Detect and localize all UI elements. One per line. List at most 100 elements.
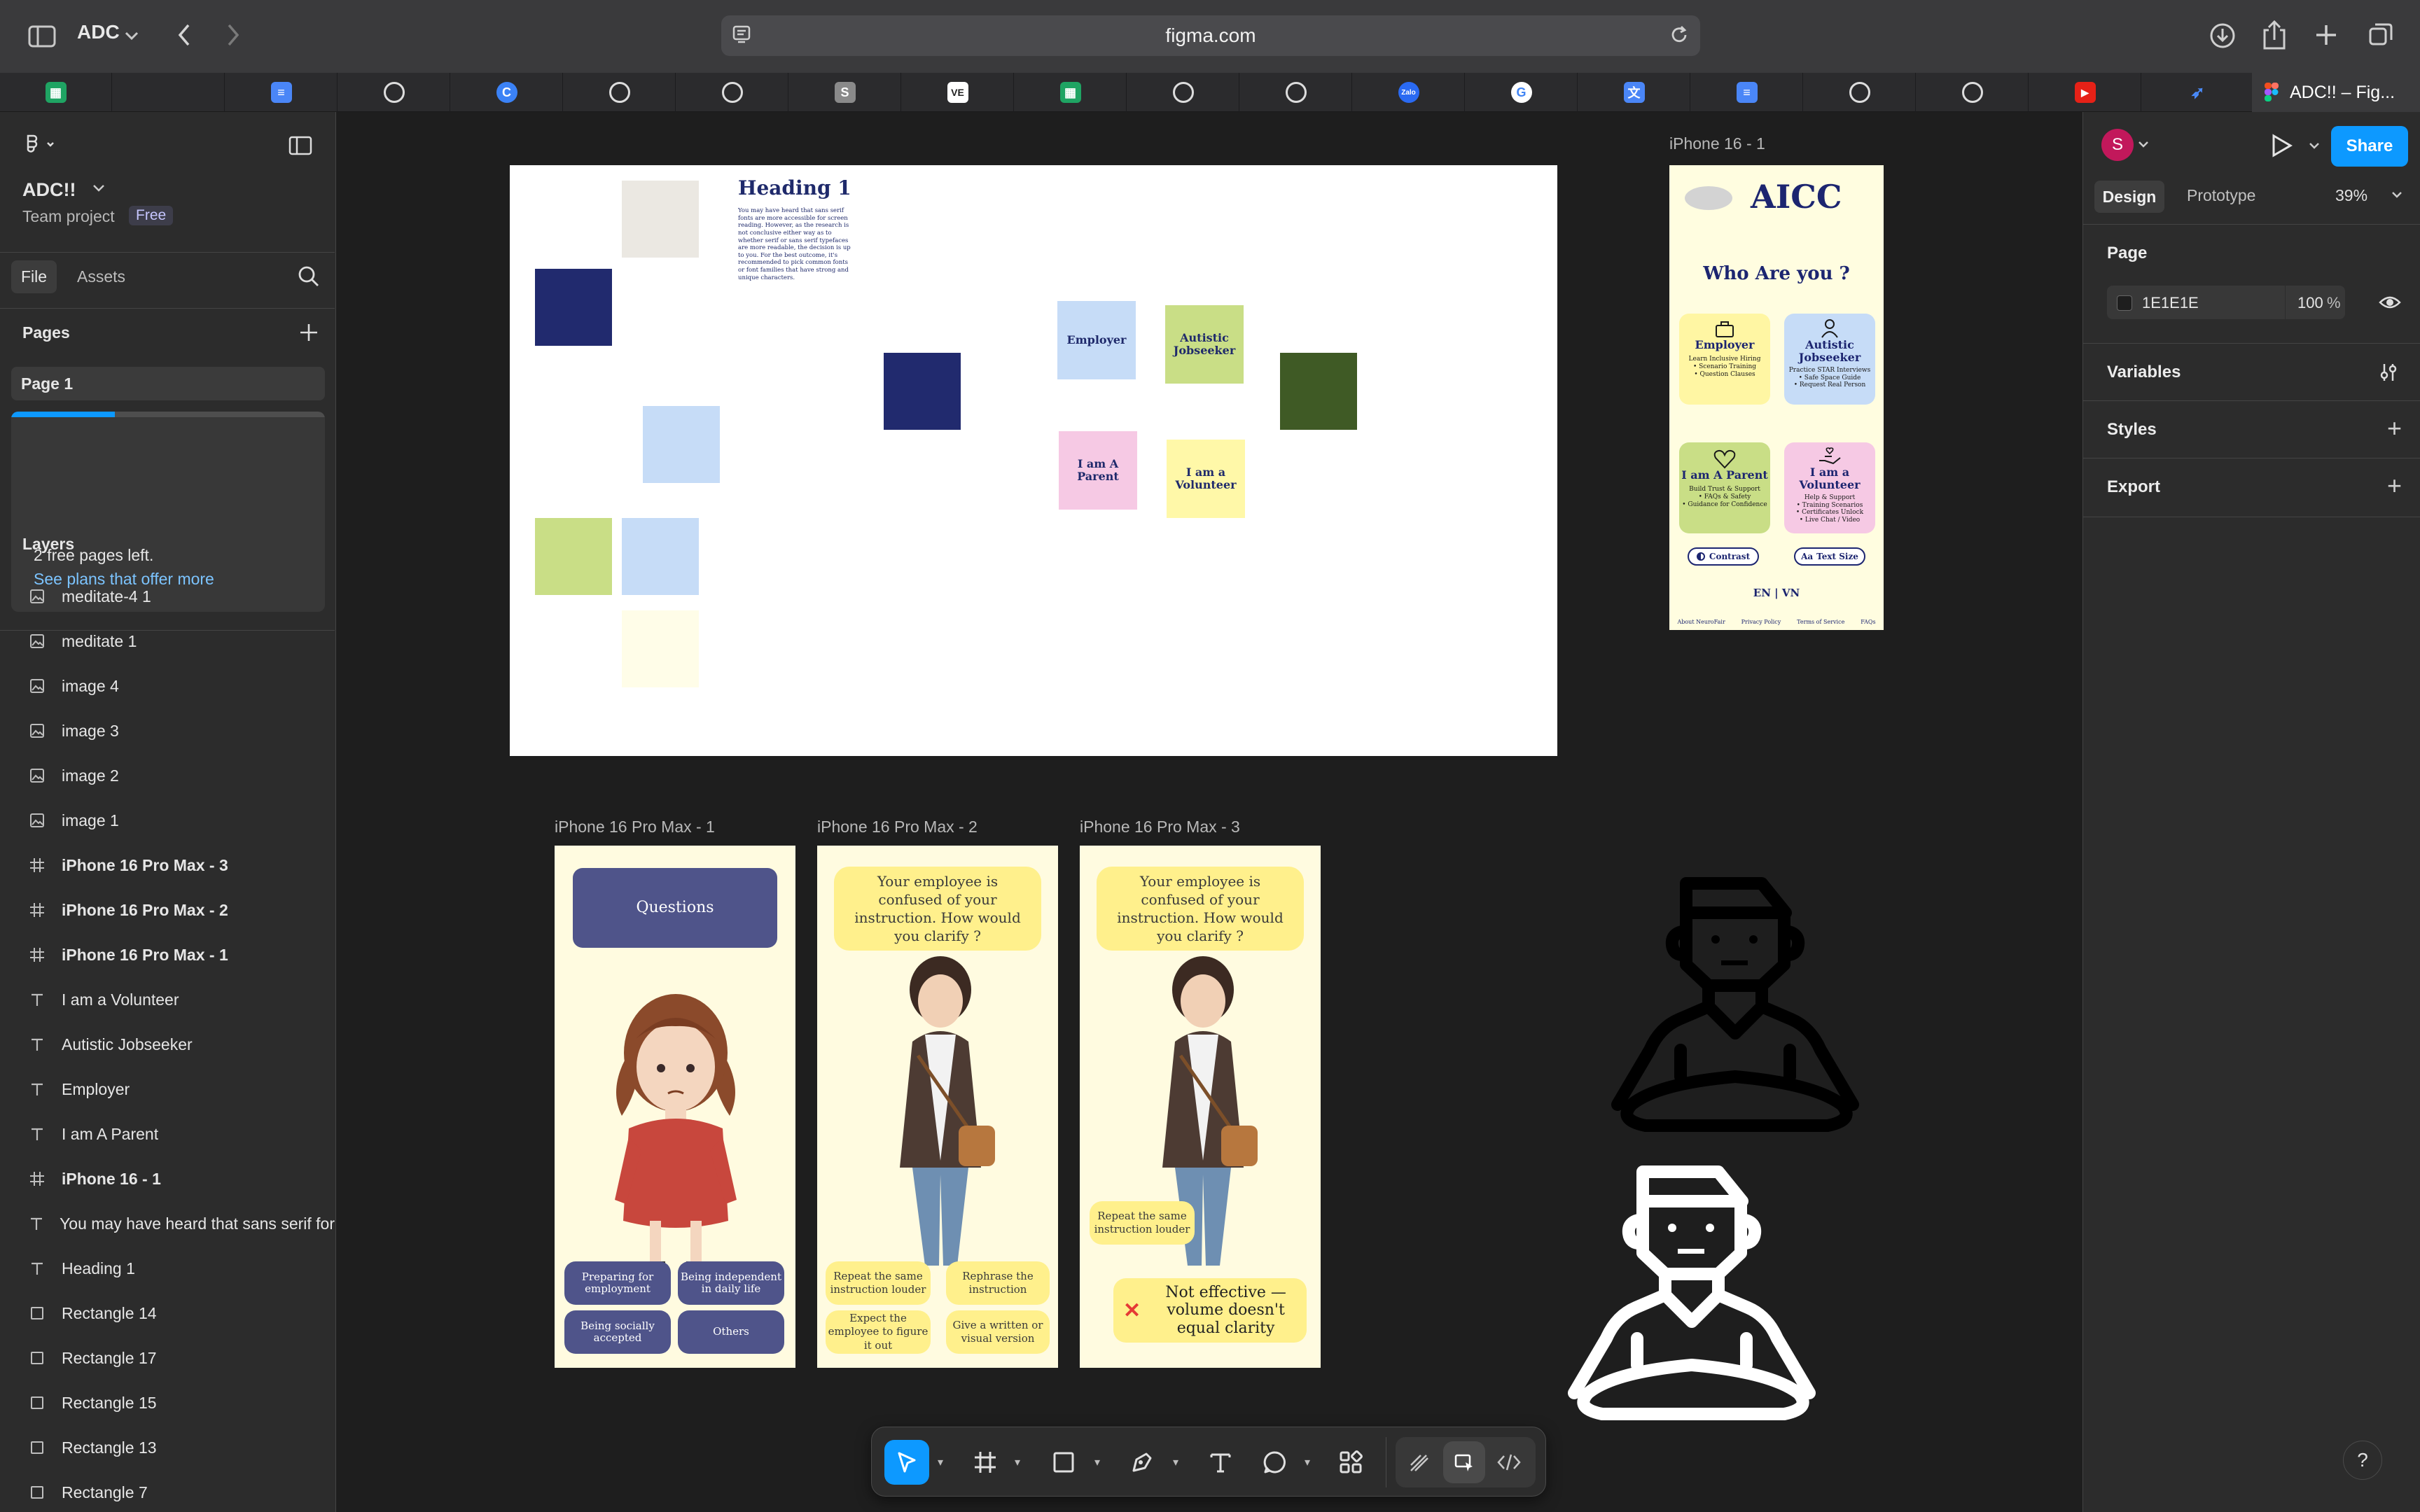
fill-hex-value[interactable]: 1E1E1E bbox=[2142, 294, 2199, 312]
sticky-employer[interactable]: Employer bbox=[1057, 301, 1136, 379]
tab-s[interactable]: S bbox=[789, 73, 901, 112]
tab-chatgpt[interactable] bbox=[338, 73, 450, 112]
frame-label[interactable]: iPhone 16 Pro Max - 3 bbox=[1080, 818, 1240, 836]
layer-item[interactable]: image 3 bbox=[0, 708, 335, 753]
option-button[interactable]: Being socially accepted bbox=[564, 1310, 671, 1354]
address-bar[interactable]: figma.com bbox=[721, 15, 1700, 56]
profile-name[interactable]: ADC bbox=[77, 21, 120, 43]
tab-sheets[interactable]: ▦ bbox=[1015, 73, 1127, 112]
chevron-down-icon[interactable] bbox=[123, 25, 140, 46]
swatch-cream[interactable] bbox=[622, 610, 699, 687]
text-tool-icon[interactable] bbox=[1198, 1440, 1243, 1485]
variables-heading[interactable]: Variables bbox=[2107, 363, 2181, 382]
layer-item[interactable]: iPhone 16 Pro Max - 1 bbox=[0, 932, 335, 977]
tab-translate[interactable]: 文 bbox=[1578, 73, 1690, 112]
chevron-down-icon[interactable] bbox=[2138, 140, 2149, 148]
export-heading[interactable]: Export bbox=[2107, 477, 2160, 497]
tab-chatgpt[interactable] bbox=[676, 73, 788, 112]
tab-chatgpt[interactable] bbox=[1127, 73, 1239, 112]
chosen-option[interactable]: Repeat the same instruction louder bbox=[1090, 1201, 1195, 1245]
frame-label[interactable]: iPhone 16 Pro Max - 1 bbox=[555, 818, 715, 836]
sidebar-toggle-icon[interactable] bbox=[27, 22, 57, 50]
move-tool-icon[interactable] bbox=[884, 1440, 929, 1485]
tab-prototype[interactable]: Prototype bbox=[2187, 186, 2255, 205]
tab-google[interactable]: G bbox=[1466, 73, 1578, 112]
tab-app[interactable]: ➶ bbox=[2142, 73, 2254, 112]
avatar[interactable]: S bbox=[2101, 129, 2134, 161]
footer-link[interactable]: Privacy Policy bbox=[1741, 619, 1781, 625]
tab-sheets[interactable]: ▦ bbox=[0, 73, 112, 112]
sticky-parent[interactable]: I am A Parent bbox=[1059, 431, 1137, 510]
fill-opacity-value[interactable]: 100 bbox=[2297, 294, 2323, 312]
layer-item[interactable]: Rectangle 15 bbox=[0, 1380, 335, 1425]
heading-1-text[interactable]: Heading 1 bbox=[738, 176, 851, 200]
tab-docs[interactable]: ≡ bbox=[225, 73, 338, 112]
layer-item[interactable]: iPhone 16 Pro Max - 3 bbox=[0, 843, 335, 888]
chevron-down-icon[interactable]: ▾ bbox=[1094, 1455, 1100, 1469]
option-button[interactable]: Being independent in daily life bbox=[678, 1261, 784, 1305]
swatch-light-blue[interactable] bbox=[622, 518, 699, 595]
page-fill-field[interactable]: 1E1E1E 100 % bbox=[2107, 286, 2345, 319]
layer-item[interactable]: Rectangle 7 bbox=[0, 1470, 335, 1512]
iphone16-frame[interactable]: AICC Who Are you ? Employer Learn Inclus… bbox=[1669, 165, 1884, 630]
layer-item[interactable]: You may have heard that sans serif for bbox=[0, 1201, 335, 1246]
swatch-beige[interactable] bbox=[622, 181, 699, 258]
present-icon[interactable] bbox=[2269, 133, 2293, 158]
tab-chatgpt[interactable] bbox=[1917, 73, 2029, 112]
layer-item[interactable]: meditate 1 bbox=[0, 619, 335, 664]
variables-settings-icon[interactable] bbox=[2377, 361, 2400, 384]
role-card-parent[interactable]: I am A Parent Build Trust & Support • FA… bbox=[1679, 442, 1770, 533]
layer-item[interactable]: image 1 bbox=[0, 798, 335, 843]
tab-assets[interactable]: Assets bbox=[77, 267, 125, 286]
language-switch[interactable]: EN | VN bbox=[1669, 587, 1884, 599]
rectangle-tool-icon[interactable] bbox=[1041, 1440, 1086, 1485]
reload-icon[interactable] bbox=[1668, 24, 1690, 46]
add-page-icon[interactable] bbox=[298, 322, 319, 343]
pro-max-3-frame[interactable]: Your employee is confused of your instru… bbox=[1080, 846, 1321, 1368]
add-export-icon[interactable]: + bbox=[2387, 473, 2402, 498]
footer-link[interactable]: About NeuroFair bbox=[1677, 619, 1725, 625]
role-card-volunteer[interactable]: I am a Volunteer Help & Support • Traini… bbox=[1784, 442, 1875, 533]
chevron-down-icon[interactable]: ▾ bbox=[938, 1455, 943, 1469]
eye-icon[interactable] bbox=[2379, 293, 2401, 312]
pen-tool-icon[interactable] bbox=[1120, 1440, 1164, 1485]
body-sample-text[interactable]: You may have heard that sans serif fonts… bbox=[738, 207, 854, 281]
text-size-button[interactable]: Aa Text Size bbox=[1794, 547, 1865, 566]
fill-swatch[interactable] bbox=[2117, 295, 2132, 311]
layer-item[interactable]: meditate-4 1 bbox=[0, 574, 335, 619]
layer-item[interactable]: iPhone 16 - 1 bbox=[0, 1156, 335, 1201]
tab-canva[interactable]: C bbox=[451, 73, 563, 112]
layer-item[interactable]: Autistic Jobseeker bbox=[0, 1022, 335, 1067]
option-button[interactable]: Others bbox=[678, 1310, 784, 1354]
layer-item[interactable]: image 4 bbox=[0, 664, 335, 708]
layer-item[interactable]: Rectangle 14 bbox=[0, 1291, 335, 1336]
tab-docs[interactable]: ≡ bbox=[1691, 73, 1803, 112]
option-button[interactable]: Give a written or visual version bbox=[946, 1310, 1050, 1354]
tab-chatgpt[interactable] bbox=[1240, 73, 1352, 112]
frame-tool-icon[interactable] bbox=[963, 1440, 1008, 1485]
new-tab-icon[interactable] bbox=[2311, 20, 2342, 50]
search-icon[interactable] bbox=[297, 265, 321, 288]
meditate-dark-image[interactable] bbox=[1604, 867, 1874, 1134]
chevron-down-icon[interactable]: ▾ bbox=[1305, 1455, 1310, 1469]
tab-design[interactable]: Design bbox=[2094, 181, 2164, 213]
sticky-volunteer[interactable]: I am a Volunteer bbox=[1167, 440, 1245, 518]
file-name[interactable]: ADC!! bbox=[22, 179, 76, 201]
design-mode-icon[interactable] bbox=[1443, 1441, 1485, 1483]
active-tab[interactable]: ADC!! – Fig... bbox=[2252, 73, 2420, 112]
tab-chatgpt[interactable] bbox=[564, 73, 676, 112]
option-button[interactable]: Expect the employee to figure it out bbox=[826, 1310, 931, 1354]
footer-link[interactable]: Terms of Service bbox=[1797, 619, 1844, 625]
tab-chatgpt[interactable] bbox=[1804, 73, 1916, 112]
forward-icon[interactable] bbox=[223, 21, 244, 49]
layer-item[interactable]: Heading 1 bbox=[0, 1246, 335, 1291]
layer-item[interactable]: Rectangle 13 bbox=[0, 1425, 335, 1470]
zoom-level[interactable]: 39% bbox=[2335, 186, 2367, 205]
layer-item[interactable]: I am a Volunteer bbox=[0, 977, 335, 1022]
style-guide-frame[interactable]: Heading 1 You may have heard that sans s… bbox=[510, 165, 1557, 756]
swatch-dark-green[interactable] bbox=[1280, 353, 1357, 430]
layer-item[interactable]: Rectangle 17 bbox=[0, 1336, 335, 1380]
share-button[interactable]: Share bbox=[2331, 126, 2408, 167]
chevron-down-icon[interactable] bbox=[92, 183, 105, 193]
tab-overview-icon[interactable] bbox=[2365, 20, 2396, 50]
